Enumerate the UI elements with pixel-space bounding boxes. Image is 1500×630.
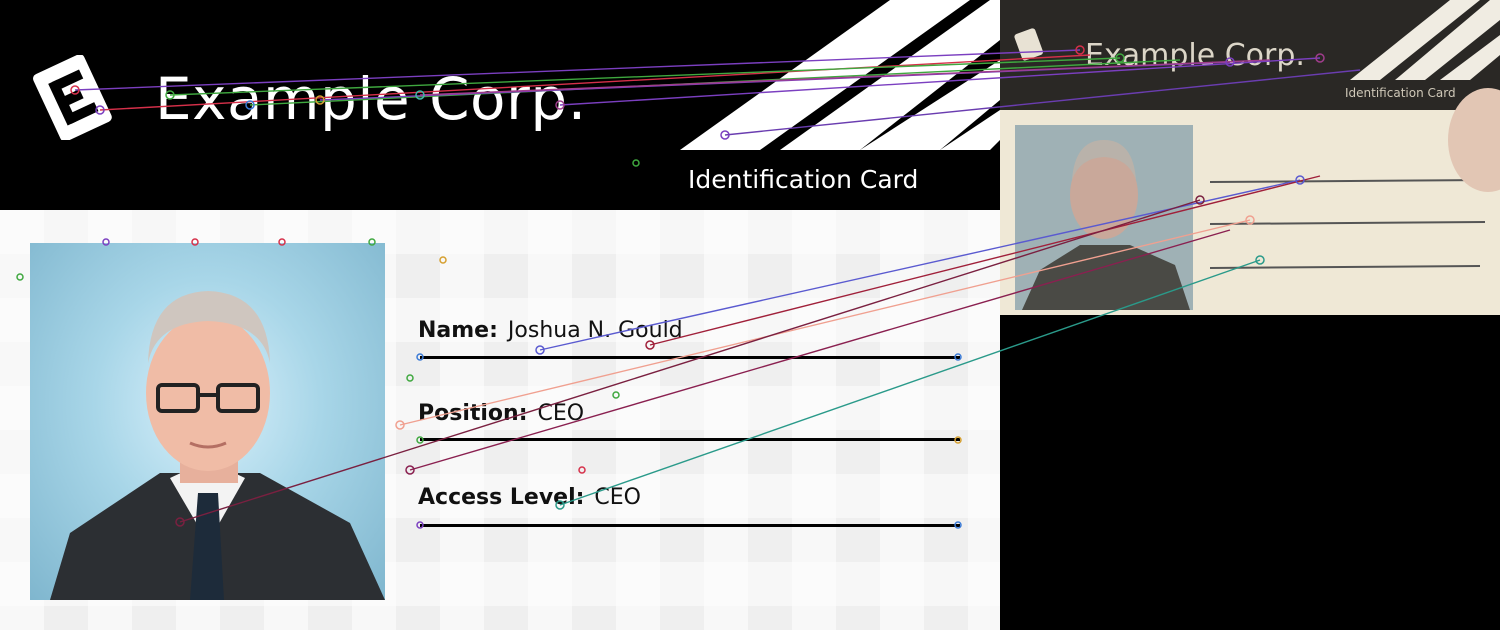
match-line (559, 259, 1261, 506)
keypoints (16, 45, 1325, 529)
match-line (399, 219, 1251, 426)
match-line (179, 199, 1201, 523)
match-line (419, 59, 1271, 96)
keypoint-match-overlay (16, 45, 1361, 529)
match-line (169, 57, 1121, 96)
match-line (409, 229, 1231, 471)
feature-match-visualization: Example Corp. Identification Card Name: … (0, 0, 1500, 630)
match-line (539, 179, 1301, 351)
match-lines (74, 49, 1361, 523)
match-line (649, 175, 1321, 346)
